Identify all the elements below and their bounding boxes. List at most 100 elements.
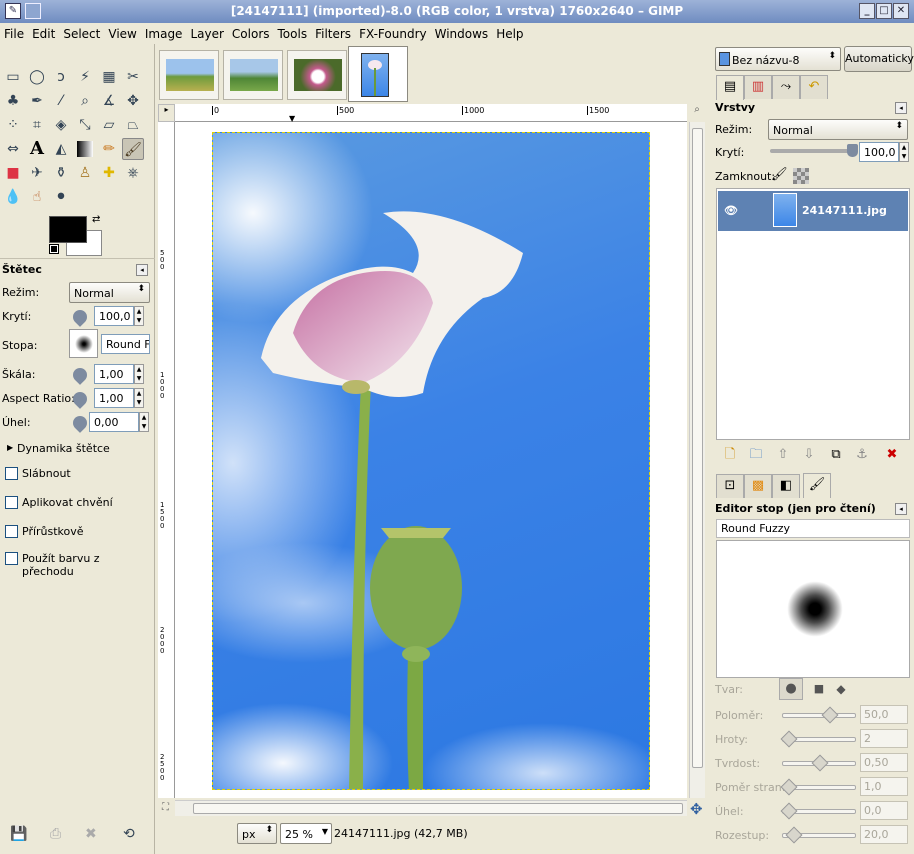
menu-file[interactable]: File (0, 23, 28, 41)
tab-layers[interactable]: ▤ (716, 75, 744, 100)
anchor-layer-icon[interactable]: ⚓ (853, 446, 871, 464)
navigate-icon[interactable]: ✥ (690, 800, 703, 818)
new-group-icon[interactable]: 🗀 (747, 446, 765, 464)
flip-icon[interactable]: ⇔ (2, 138, 24, 160)
spikes-value[interactable]: 2 (860, 729, 908, 748)
scroll-thumb[interactable] (692, 128, 703, 768)
menu-view[interactable]: View (104, 23, 140, 41)
jitter-checkbox[interactable] (5, 496, 18, 509)
move-icon[interactable]: ✥ (122, 90, 144, 112)
raise-layer-icon[interactable]: ⇧ (774, 446, 792, 464)
hardness-value[interactable]: 0,50 (860, 753, 908, 772)
shear-icon[interactable]: ▱ (98, 114, 120, 136)
menu-edit[interactable]: Edit (28, 23, 59, 41)
image-tab-2[interactable] (223, 50, 283, 100)
tab-brush-editor[interactable]: 🖌 (803, 473, 831, 498)
gradient-color-checkbox[interactable] (5, 552, 18, 565)
tab-brushes[interactable]: ⊡ (716, 474, 744, 498)
layer-list[interactable]: 👁 24147111.jpg (716, 188, 910, 440)
blend-icon[interactable] (77, 141, 93, 157)
new-layer-icon[interactable]: 🗋 (721, 446, 739, 464)
menu-layer[interactable]: Layer (186, 23, 227, 41)
mode-select[interactable]: Normal ⬍ (69, 282, 150, 303)
layer-opacity-spinner[interactable]: ▲ ▼ (899, 142, 909, 162)
panel-menu-icon[interactable]: ◂ (895, 503, 907, 515)
angle-spinner[interactable]: ▲ ▼ (139, 412, 149, 432)
menu-colors[interactable]: Colors (228, 23, 274, 41)
ellipse-select-icon[interactable]: ◯ (26, 66, 48, 88)
tab-channels[interactable]: ▥ (744, 75, 772, 99)
foreground-color-swatch[interactable] (49, 216, 87, 243)
dynamics-expander[interactable]: Dynamika štětce (17, 442, 110, 455)
layer-opacity-input[interactable]: 100,0 (859, 142, 899, 162)
rect-select-icon[interactable]: ▭ (2, 66, 24, 88)
align-icon[interactable]: ⁘ (2, 114, 24, 136)
measure-icon[interactable]: ∡ (98, 90, 120, 112)
paths-icon[interactable]: ✒ (26, 90, 48, 112)
ink-icon[interactable]: ⚱ (50, 162, 72, 184)
spacing-value[interactable]: 20,0 (860, 825, 908, 844)
opacity-slider-icon[interactable] (70, 307, 90, 327)
circle-shape-icon[interactable]: ● (779, 678, 803, 700)
zoom-icon[interactable]: ⌕ (74, 90, 96, 112)
airbrush-icon[interactable]: ✈ (26, 162, 48, 184)
close-button[interactable]: ✕ (893, 3, 909, 19)
opacity-spinner[interactable]: ▲ ▼ (134, 306, 144, 326)
tab-paths[interactable]: ⤳ (772, 75, 800, 99)
hardness-slider[interactable] (782, 754, 856, 772)
perspective-clone-icon[interactable]: ⎈ (122, 162, 144, 184)
tab-patterns[interactable]: ▩ (744, 474, 772, 498)
menu-select[interactable]: Select (59, 23, 104, 41)
menu-tools[interactable]: Tools (274, 23, 312, 41)
menu-fx-foundry[interactable]: FX-Foundry (355, 23, 431, 41)
minimize-button[interactable]: _ (859, 3, 875, 19)
restore-options-icon[interactable]: ⎙ (50, 826, 61, 842)
perspective-icon[interactable]: ⏢ (122, 114, 144, 136)
save-options-icon[interactable]: 💾 (10, 826, 27, 842)
menu-image[interactable]: Image (141, 23, 187, 41)
scissors-icon[interactable]: ✂ (122, 66, 144, 88)
dodge-burn-icon[interactable]: ⚫ (50, 186, 72, 208)
scale-icon[interactable]: ⤡ (74, 114, 96, 136)
layer-name[interactable]: 24147111.jpg (802, 204, 887, 217)
aspect-ratio-slider[interactable] (780, 778, 856, 796)
image-select[interactable]: Bez názvu-8 ⬍ (715, 47, 841, 71)
maximize-button[interactable]: □ (876, 3, 892, 19)
aspect-input[interactable]: 1,00 (94, 388, 134, 408)
zoom-select[interactable]: 25 % ▼ (280, 823, 332, 844)
slider-knob[interactable] (811, 754, 829, 772)
smudge-icon[interactable]: ☝ (26, 186, 48, 208)
rotate-icon[interactable]: ◈ (50, 114, 72, 136)
lock-alpha-icon[interactable] (793, 168, 809, 184)
lasso-icon[interactable]: ↄ (50, 66, 72, 88)
text-tool-icon[interactable]: A (26, 138, 48, 160)
image-tab-3[interactable] (287, 50, 347, 100)
slider-knob[interactable] (780, 730, 798, 748)
eye-icon[interactable]: 👁 (724, 204, 738, 217)
slider-knob[interactable] (785, 826, 803, 844)
radius-value[interactable]: 50,0 (860, 705, 908, 724)
vertical-scrollbar[interactable] (689, 122, 705, 798)
color-picker-icon[interactable]: ⁄ (50, 90, 72, 112)
crop-icon[interactable]: ⌗ (26, 114, 48, 136)
brush-name-field[interactable]: Round Fu (101, 334, 150, 354)
slider-knob[interactable] (780, 802, 798, 820)
navigate-corner-icon[interactable]: ⛶ (162, 802, 169, 813)
horizontal-scrollbar[interactable] (175, 800, 687, 816)
aspect-spinner[interactable]: ▲ ▼ (134, 388, 144, 408)
unit-select[interactable]: px ⬍ (237, 823, 277, 844)
eraser-icon[interactable]: ■ (2, 162, 24, 184)
lock-pixels-icon[interactable]: 🖌 (771, 167, 788, 182)
scale-spinner[interactable]: ▲ ▼ (134, 364, 144, 384)
image-tab-4-active[interactable] (348, 46, 408, 102)
zoom-fit-icon[interactable]: ⌕ (689, 104, 705, 122)
lower-layer-icon[interactable]: ⇩ (800, 446, 818, 464)
panel-menu-icon[interactable]: ◂ (895, 102, 907, 114)
pencil-icon[interactable]: ✏ (98, 138, 120, 160)
color-select-icon[interactable]: ▦ (98, 66, 120, 88)
fade-checkbox[interactable] (5, 467, 18, 480)
brush-angle-value[interactable]: 0,0 (860, 801, 908, 820)
square-shape-icon[interactable]: ■ (809, 678, 829, 700)
auto-button[interactable]: Automaticky (844, 46, 914, 72)
angle-slider-icon[interactable] (70, 413, 90, 433)
